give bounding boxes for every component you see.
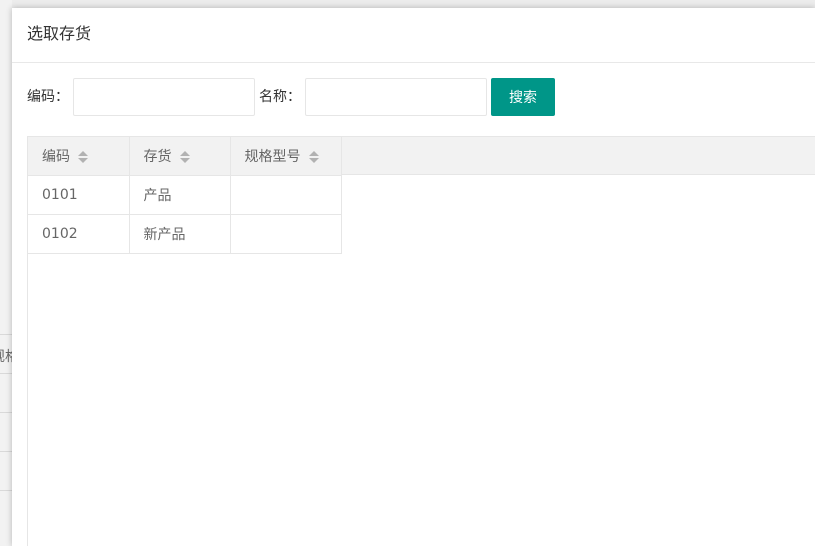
sort-icon[interactable] (78, 150, 88, 164)
select-inventory-dialog: 选取存货 编码： 名称： 搜索 编码 存货 规格型号 0101 产品 0102 … (12, 8, 815, 546)
background-page: 规格 (0, 0, 12, 546)
column-header-inventory[interactable]: 存货 (129, 136, 231, 176)
code-label: 编码： (27, 89, 69, 105)
background-divider (0, 373, 12, 374)
cell-spec (230, 175, 342, 215)
column-header-code[interactable]: 编码 (28, 136, 130, 176)
inventory-grid: 编码 存货 规格型号 0101 产品 0102 新产品 (28, 136, 342, 254)
sort-icon[interactable] (308, 150, 319, 164)
cell-inventory: 产品 (129, 175, 231, 215)
background-divider (0, 334, 12, 335)
table-row[interactable]: 0102 新产品 (28, 214, 342, 254)
column-header-label: 编码 (42, 149, 70, 165)
name-input[interactable] (305, 78, 487, 116)
background-partial-label: 规格 (0, 346, 12, 366)
column-header-label: 规格型号 (244, 149, 301, 165)
dialog-title: 选取存货 (27, 24, 92, 43)
search-bar: 编码： 名称： 搜索 (12, 78, 815, 116)
column-header-label: 存货 (143, 149, 172, 165)
code-input[interactable] (73, 78, 255, 116)
table-header-row: 编码 存货 规格型号 (28, 136, 342, 176)
column-header-spec[interactable]: 规格型号 (230, 136, 342, 176)
table-row[interactable]: 0101 产品 (28, 175, 342, 215)
background-divider (0, 490, 12, 491)
inventory-table: 编码 存货 规格型号 0101 产品 0102 新产品 (27, 136, 815, 546)
cell-code: 0101 (28, 175, 130, 215)
name-label: 名称： (259, 89, 301, 105)
cell-inventory: 新产品 (129, 214, 231, 254)
search-button[interactable]: 搜索 (491, 78, 555, 116)
cell-code: 0102 (28, 214, 130, 254)
background-divider (0, 451, 12, 452)
dialog-header: 选取存货 (12, 8, 815, 63)
cell-spec (230, 214, 342, 254)
sort-icon[interactable] (179, 150, 190, 164)
background-divider (0, 412, 12, 413)
